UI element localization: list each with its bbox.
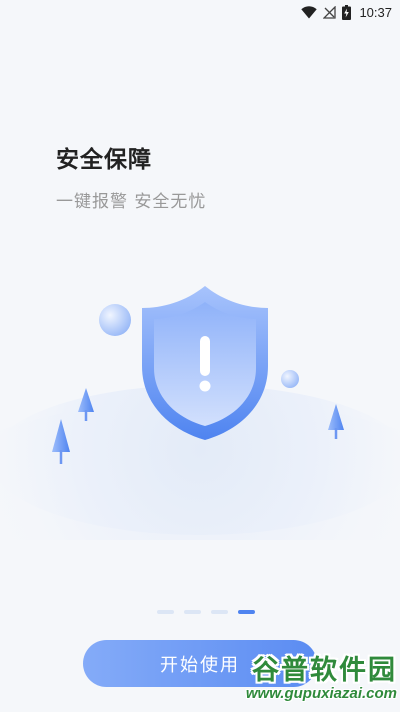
page-title: 安全保障 xyxy=(56,147,152,173)
status-bar: 10:37 xyxy=(0,0,400,24)
bubble-small xyxy=(281,370,299,388)
wifi-icon xyxy=(301,5,318,18)
security-illustration xyxy=(0,286,400,540)
battery-charging-icon xyxy=(342,4,352,20)
page-dot xyxy=(211,610,228,614)
page-dot xyxy=(184,610,201,614)
page-indicator xyxy=(157,610,255,614)
bubble-large xyxy=(99,304,131,336)
page-dot-active xyxy=(238,610,255,614)
page-dot xyxy=(157,610,174,614)
watermark-url: www.gupuxiazai.com xyxy=(245,685,397,702)
clock: 10:37 xyxy=(359,4,392,20)
status-icons: 10:37 xyxy=(301,3,392,21)
watermark-logo: 谷普软件园 xyxy=(252,655,397,686)
watermark: 谷普软件园 www.gupuxiazai.com xyxy=(222,648,397,708)
no-signal-icon xyxy=(323,5,337,19)
page-subtitle: 一键报警 安全无忧 xyxy=(56,192,207,212)
